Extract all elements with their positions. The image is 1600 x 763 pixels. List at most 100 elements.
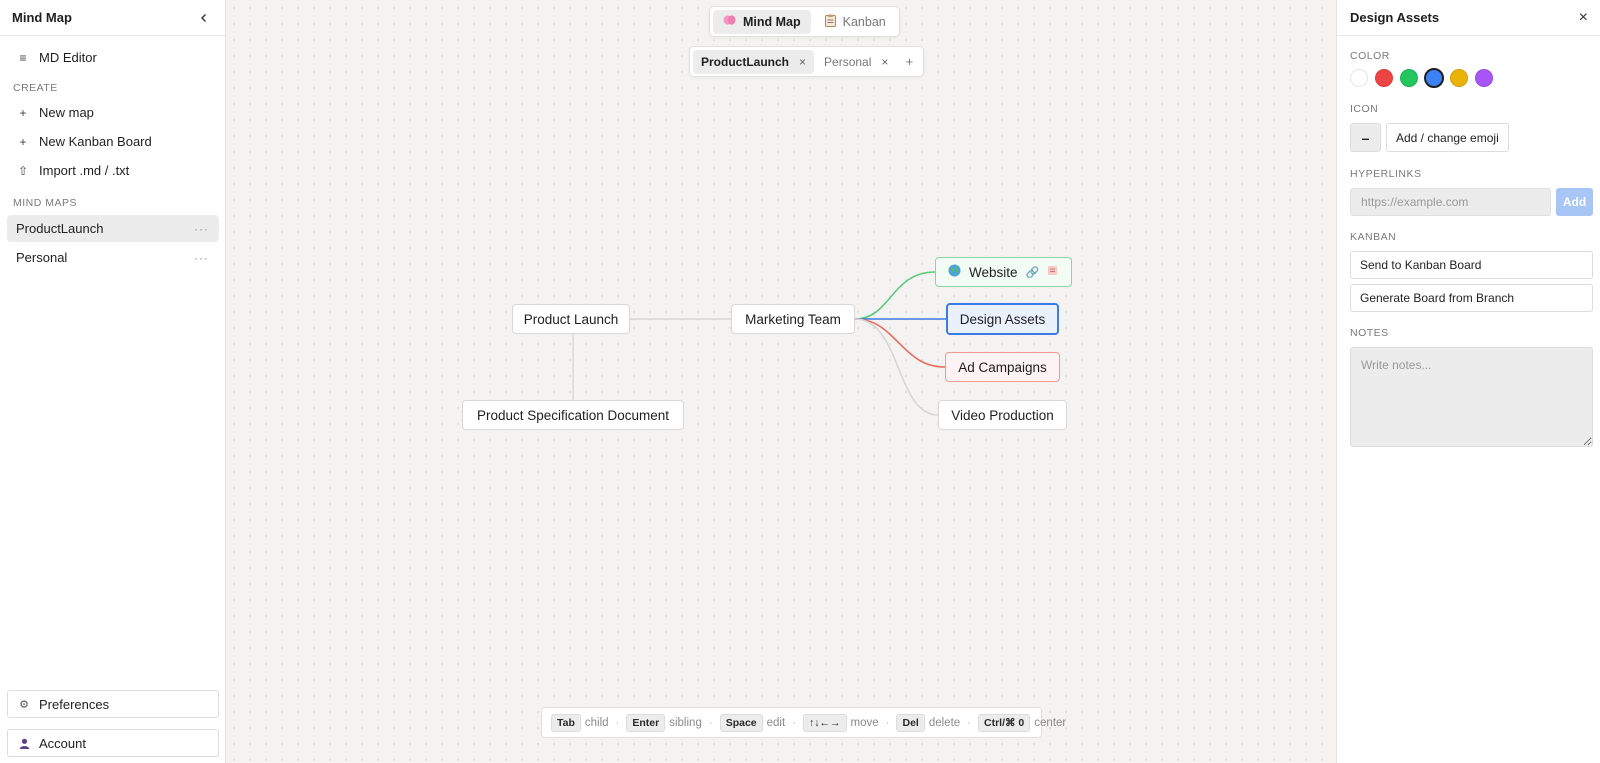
- more-options-button[interactable]: ···: [194, 222, 209, 236]
- shortcut-action: edit: [766, 716, 786, 729]
- node-details-panel: Design Assets × COLOR ICON – Add / chang…: [1336, 0, 1600, 763]
- change-emoji-button[interactable]: Add / change emoji: [1386, 123, 1509, 152]
- separator: ·: [967, 716, 972, 729]
- node-marketing-team[interactable]: Marketing Team: [731, 304, 855, 334]
- import-button[interactable]: ⇧ Import .md / .txt: [7, 157, 219, 184]
- tab-personal[interactable]: Personal ×: [816, 50, 896, 74]
- color-swatch-purple[interactable]: [1475, 69, 1493, 87]
- new-kanban-button[interactable]: + New Kanban Board: [7, 128, 219, 155]
- tab-productlaunch[interactable]: ProductLaunch ×: [693, 49, 815, 74]
- new-map-button[interactable]: + New map: [7, 99, 219, 126]
- node-website[interactable]: Website 🔗: [935, 257, 1072, 287]
- edge-website: [854, 271, 936, 320]
- panel-header: Design Assets ×: [1337, 0, 1600, 36]
- plus-icon: +: [19, 134, 27, 149]
- node-icon-preview[interactable]: –: [1350, 123, 1381, 152]
- sidebar-item-label: New map: [39, 105, 94, 120]
- sidebar-item-label: ProductLaunch: [16, 221, 104, 236]
- map-tabs: ProductLaunch × Personal × +: [689, 46, 925, 77]
- plus-icon: +: [19, 105, 27, 120]
- more-options-button[interactable]: ···: [194, 251, 209, 265]
- shortcut-key: Enter: [626, 713, 666, 732]
- shortcut-key: Space: [719, 713, 763, 732]
- sidebar-item-label: MD Editor: [39, 50, 97, 65]
- section-create-label: CREATE: [13, 82, 58, 94]
- add-tab-button[interactable]: +: [898, 50, 920, 74]
- mode-mindmap-button[interactable]: Mind Map: [713, 9, 811, 34]
- sidebar-item-map[interactable]: ProductLaunch ···: [7, 215, 219, 242]
- shortcut-action: child: [584, 716, 609, 729]
- shortcut-action: center: [1034, 716, 1067, 729]
- shortcut-key: Del: [896, 713, 925, 732]
- hyperlinks-label: HYPERLINKS: [1350, 168, 1422, 180]
- mode-label: Mind Map: [743, 14, 801, 29]
- sidebar: Mind Map ≡ MD Editor CREATE + New map + …: [0, 0, 226, 763]
- shortcut-key: Tab: [551, 713, 581, 732]
- kanban-label: KANBAN: [1350, 231, 1397, 243]
- edge-ad-campaigns: [854, 318, 946, 368]
- mindmap-edges: [572, 271, 946, 416]
- shortcut-key: Ctrl/⌘ 0: [978, 713, 1031, 732]
- view-mode-switch: Mind Map Kanban: [709, 6, 900, 37]
- keyboard-shortcuts-bar: Tab child · Enter sibling · Space edit ·…: [541, 707, 1066, 738]
- note-icon[interactable]: [1047, 265, 1058, 279]
- chevron-left-icon: [201, 13, 206, 22]
- collapse-sidebar-button[interactable]: [195, 9, 213, 27]
- notes-textarea[interactable]: [1350, 347, 1593, 447]
- node-design-assets[interactable]: Design Assets: [946, 303, 1059, 335]
- app-title: Mind Map: [12, 10, 72, 25]
- close-tab-icon[interactable]: ×: [881, 55, 888, 69]
- tab-label: Personal: [824, 54, 872, 69]
- node-ad-campaigns[interactable]: Ad Campaigns: [945, 352, 1060, 382]
- edge-video-production: [854, 318, 939, 416]
- shortcut-action: delete: [928, 716, 961, 729]
- node-product-specification[interactable]: Product Specification Document: [462, 400, 684, 430]
- node-label: Website: [969, 264, 1018, 280]
- sidebar-item-label: Import .md / .txt: [39, 163, 130, 178]
- color-swatch-green[interactable]: [1400, 69, 1418, 87]
- list-icon: ≡: [19, 50, 27, 65]
- sidebar-item-md-editor[interactable]: ≡ MD Editor: [7, 44, 219, 71]
- globe-icon: [948, 264, 961, 280]
- account-button[interactable]: Account: [7, 729, 219, 757]
- mode-kanban-button[interactable]: Kanban: [815, 10, 896, 34]
- add-link-button[interactable]: Add: [1556, 188, 1593, 216]
- close-tab-icon[interactable]: ×: [799, 55, 806, 69]
- color-swatch-blue[interactable]: [1424, 68, 1444, 88]
- brain-icon: [723, 14, 736, 29]
- close-icon[interactable]: ×: [1579, 9, 1588, 27]
- clipboard-icon: [824, 14, 836, 30]
- sidebar-item-label: Personal: [16, 250, 68, 265]
- icon-label: ICON: [1350, 103, 1379, 115]
- mindmap-canvas[interactable]: Mind Map Kanban ProductLaunch × Personal…: [226, 0, 1336, 763]
- separator: ·: [885, 716, 890, 729]
- preferences-label: Preferences: [39, 696, 110, 712]
- color-swatches: [1350, 68, 1493, 88]
- sidebar-header: Mind Map: [0, 0, 225, 36]
- upload-icon: ⇧: [17, 163, 29, 178]
- gear-icon: ⚙: [19, 698, 29, 711]
- shortcut-key: ↑↓←→: [803, 713, 847, 732]
- separator: ·: [792, 716, 797, 729]
- link-icon[interactable]: 🔗: [1026, 266, 1040, 279]
- separator: ·: [615, 716, 620, 729]
- node-product-launch[interactable]: Product Launch: [512, 304, 630, 334]
- color-swatch-white[interactable]: [1350, 69, 1368, 87]
- notes-label: NOTES: [1350, 327, 1389, 339]
- node-video-production[interactable]: Video Production: [938, 400, 1067, 430]
- shortcut-action: sibling: [669, 716, 702, 729]
- color-swatch-red[interactable]: [1375, 69, 1393, 87]
- account-label: Account: [39, 735, 86, 751]
- user-icon: [18, 738, 30, 749]
- shortcut-action: move: [850, 716, 879, 729]
- color-swatch-yellow[interactable]: [1450, 69, 1468, 87]
- mode-label: Kanban: [842, 14, 886, 29]
- color-label: COLOR: [1350, 50, 1390, 62]
- tab-label: ProductLaunch: [701, 54, 790, 69]
- hyperlink-input[interactable]: [1350, 188, 1551, 216]
- sidebar-item-map[interactable]: Personal ···: [7, 244, 219, 271]
- send-to-kanban-button[interactable]: Send to Kanban Board: [1350, 251, 1593, 279]
- section-mindmaps-label: MIND MAPS: [13, 197, 78, 209]
- preferences-button[interactable]: ⚙ Preferences: [7, 690, 219, 718]
- generate-board-button[interactable]: Generate Board from Branch: [1350, 284, 1593, 312]
